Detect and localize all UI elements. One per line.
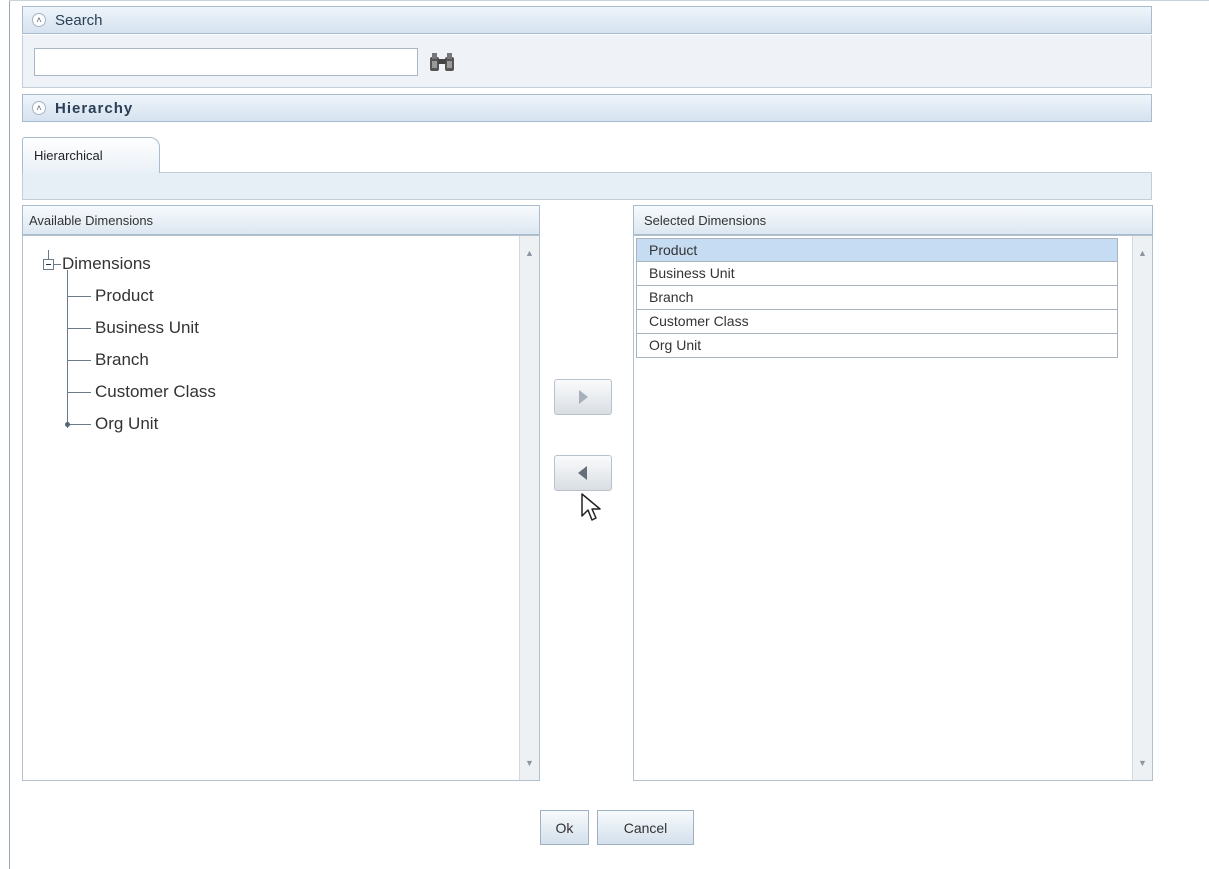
list-item-org-unit[interactable]: Org Unit — [636, 334, 1118, 358]
arrow-left-icon — [578, 466, 587, 480]
tree-item-label: Branch — [95, 350, 149, 369]
collapse-minus-icon[interactable] — [43, 259, 54, 270]
collapse-chevron-icon[interactable]: ˄ — [32, 101, 46, 115]
search-panel — [22, 35, 1152, 88]
search-section-title: Search — [55, 11, 103, 29]
arrow-right-icon — [579, 390, 588, 404]
tree-connector — [67, 328, 91, 329]
scroll-down-arrow-icon[interactable]: ▼ — [520, 758, 539, 768]
scroll-up-arrow-icon[interactable]: ▲ — [1133, 248, 1152, 258]
search-input[interactable] — [34, 48, 418, 76]
tree-item-label: Business Unit — [95, 318, 199, 337]
available-scrollbar[interactable]: ▲ ▼ — [519, 236, 539, 780]
tree-item-label: Org Unit — [95, 414, 159, 433]
list-item-branch[interactable]: Branch — [636, 286, 1118, 310]
tree-connector — [48, 250, 49, 259]
cancel-button[interactable]: Cancel — [597, 810, 694, 845]
move-right-button[interactable] — [554, 379, 612, 415]
tree-connector — [67, 296, 91, 297]
search-section-header[interactable]: ˄ Search — [22, 6, 1152, 34]
list-item-business-unit[interactable]: Business Unit — [636, 262, 1118, 286]
tree-connector — [67, 424, 91, 425]
selected-dimensions-panel: Product Business Unit Branch Customer Cl… — [633, 235, 1153, 781]
frame-top-border — [9, 0, 1209, 1]
tree-item-label: Product — [95, 286, 154, 305]
tree-item-label: Customer Class — [95, 382, 216, 401]
scroll-up-arrow-icon[interactable]: ▲ — [520, 248, 539, 258]
available-dimensions-header: Available Dimensions — [22, 205, 540, 235]
tree-end-node — [65, 422, 70, 427]
ok-button[interactable]: Ok — [540, 810, 589, 845]
available-dimensions-panel: Dimensions Product Business Unit Branch … — [22, 235, 540, 781]
collapse-chevron-icon[interactable]: ˄ — [32, 13, 46, 27]
tree-connector — [54, 264, 61, 265]
tab-strip — [22, 172, 1152, 200]
tree-connector — [67, 270, 68, 428]
list-item-customer-class[interactable]: Customer Class — [636, 310, 1118, 334]
tree-root-label: Dimensions — [62, 254, 151, 273]
move-left-button[interactable] — [554, 455, 612, 491]
tab-hierarchical[interactable]: Hierarchical — [22, 137, 160, 173]
selected-dimensions-header: Selected Dimensions — [633, 205, 1153, 235]
binoculars-icon[interactable] — [428, 51, 456, 73]
selected-dimensions-list: Product Business Unit Branch Customer Cl… — [636, 238, 1118, 358]
list-item-product[interactable]: Product — [636, 238, 1118, 262]
tree-connector — [67, 360, 91, 361]
selected-scrollbar[interactable]: ▲ ▼ — [1132, 236, 1152, 780]
mouse-pointer-icon — [581, 493, 601, 521]
hierarchy-section-title: Hierarchy — [55, 99, 134, 117]
scroll-down-arrow-icon[interactable]: ▼ — [1133, 758, 1152, 768]
hierarchy-section-header[interactable]: ˄ Hierarchy — [22, 94, 1152, 122]
frame-left-border — [9, 0, 10, 869]
tree-connector — [67, 392, 91, 393]
